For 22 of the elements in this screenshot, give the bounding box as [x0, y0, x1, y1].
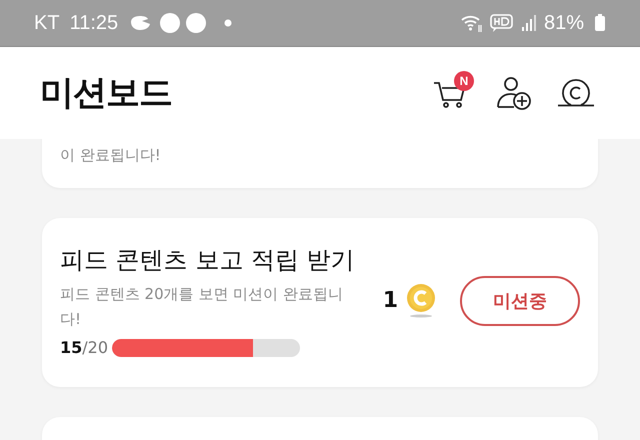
- mission-title: 피드 콘텐츠 보고 적립 받기: [60, 245, 356, 276]
- cart-button[interactable]: N: [428, 71, 476, 115]
- mission-description: 피드 콘텐츠 20개를 보면 미션이 완료됩니다!: [60, 284, 344, 330]
- progress-count: 15/20: [60, 338, 108, 357]
- app-circle-icon: [160, 13, 180, 33]
- wifi-icon: [460, 13, 484, 33]
- battery-percent: 81%: [544, 12, 584, 34]
- clock-time: 11:25: [70, 12, 118, 34]
- mission-status-button[interactable]: 미션중: [460, 276, 580, 326]
- dot-icon: [224, 19, 232, 27]
- mission-description: 이 완료됩니다!: [60, 145, 162, 166]
- page-title: 미션보드: [40, 72, 172, 115]
- hd-icon: [490, 13, 514, 33]
- signal-icon: [520, 13, 538, 33]
- coin-icon: [556, 79, 596, 107]
- add-user-icon: [495, 75, 533, 111]
- new-badge: N: [454, 71, 474, 91]
- battery-icon: [594, 13, 606, 33]
- carrier-label: KT: [34, 12, 60, 34]
- app-circle-icon: [186, 13, 206, 33]
- reward-amount: 1: [382, 288, 398, 313]
- coin-icon: [406, 282, 436, 318]
